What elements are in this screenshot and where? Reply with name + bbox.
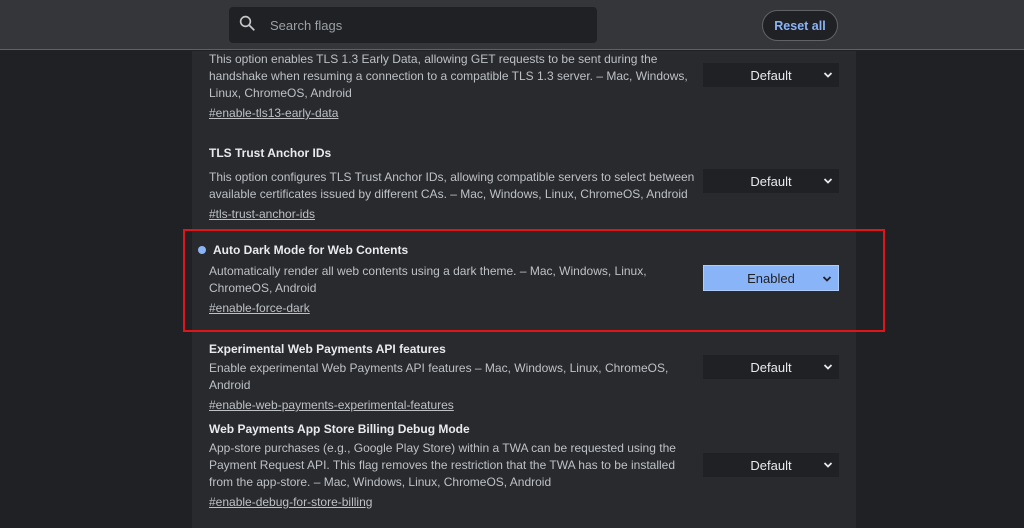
- flag-link[interactable]: #enable-web-payments-experimental-featur…: [209, 397, 454, 414]
- select-value: Default: [750, 173, 792, 189]
- flag-title: Web Payments App Store Billing Debug Mod…: [209, 422, 470, 436]
- search-box[interactable]: [229, 7, 597, 43]
- flag-state-select[interactable]: Default: [703, 453, 839, 477]
- flag-item-web-payments-experimental: Experimental Web Payments API features E…: [209, 341, 699, 414]
- reset-all-button[interactable]: Reset all: [762, 10, 838, 41]
- flag-description: This option configures TLS Trust Anchor …: [209, 170, 695, 201]
- search-icon: [238, 14, 256, 37]
- modified-indicator-dot: [198, 246, 206, 254]
- chevron-down-icon: [823, 462, 833, 468]
- flag-item-tls13-early-data: This option enables TLS 1.3 Early Data, …: [209, 51, 699, 122]
- chevron-down-icon: [823, 72, 833, 78]
- flag-description: This option enables TLS 1.3 Early Data, …: [209, 52, 688, 100]
- chevron-down-icon: [823, 364, 833, 370]
- flag-description: Enable experimental Web Payments API fea…: [209, 361, 669, 392]
- flag-title: Experimental Web Payments API features: [209, 342, 446, 356]
- flag-title: Auto Dark Mode for Web Contents: [213, 243, 409, 257]
- flag-item-enable-force-dark: Auto Dark Mode for Web Contents Automati…: [209, 242, 649, 317]
- chevron-down-icon: [823, 178, 833, 184]
- top-toolbar: Reset all: [0, 0, 1024, 50]
- flag-state-select[interactable]: Default: [703, 355, 839, 379]
- select-value: Default: [750, 67, 792, 83]
- flag-state-select[interactable]: Enabled: [703, 265, 839, 291]
- select-value: Default: [750, 359, 792, 375]
- flag-state-select[interactable]: Default: [703, 169, 839, 193]
- flag-item-tls-trust-anchor-ids: TLS Trust Anchor IDs This option configu…: [209, 145, 699, 223]
- flag-item-debug-for-store-billing: Web Payments App Store Billing Debug Mod…: [209, 421, 699, 511]
- flag-link[interactable]: #enable-tls13-early-data: [209, 105, 338, 122]
- flag-description: Automatically render all web contents us…: [209, 264, 647, 295]
- flag-title: TLS Trust Anchor IDs: [209, 146, 332, 160]
- select-value: Default: [750, 457, 792, 473]
- flag-link[interactable]: #enable-force-dark: [209, 300, 310, 317]
- search-input[interactable]: [270, 17, 570, 33]
- flag-link[interactable]: #enable-debug-for-store-billing: [209, 494, 372, 511]
- flag-state-select[interactable]: Default: [703, 63, 839, 87]
- flag-description: App-store purchases (e.g., Google Play S…: [209, 441, 676, 489]
- chevron-down-icon: [822, 276, 832, 282]
- select-value: Enabled: [747, 270, 795, 286]
- flag-link[interactable]: #tls-trust-anchor-ids: [209, 206, 315, 223]
